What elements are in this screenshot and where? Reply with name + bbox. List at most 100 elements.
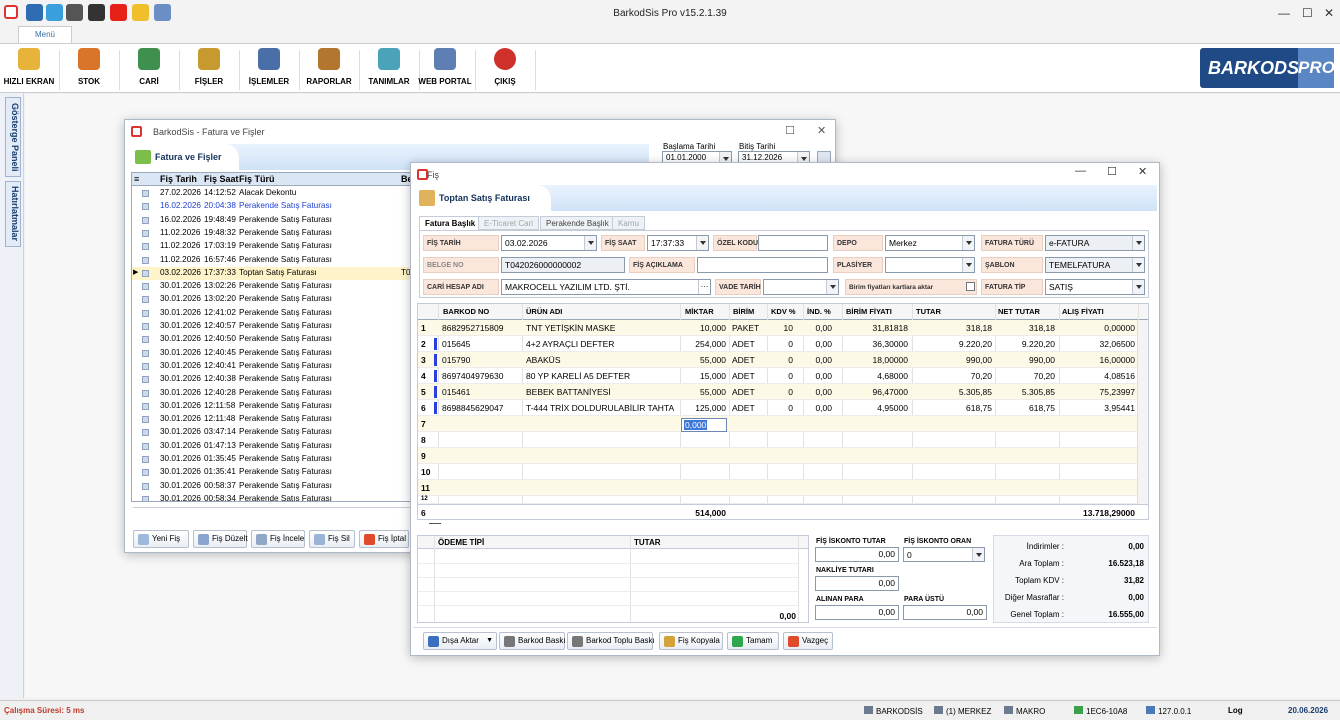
fis-saat-input[interactable]: 17:37:33 [647, 235, 709, 251]
table-row[interactable]: 1 8682952715809 TNT YETİŞKİN MASKE 10,000 PA… [418, 320, 1148, 336]
close-icon[interactable]: ✕ [1324, 6, 1334, 20]
tab-fatura-baslik[interactable]: Fatura Başlık [419, 216, 482, 230]
fis-duzelt-button[interactable]: Fiş Düzelt [193, 530, 248, 548]
table-row[interactable]: 30.01.2026 00:58:34 Perakende Satış Fatura… [132, 493, 414, 501]
fis-iptal-button[interactable]: Fiş İptal [359, 530, 409, 548]
ellipsis-icon[interactable]: … [698, 280, 710, 294]
depo-select[interactable]: Merkez [885, 235, 975, 251]
table-row[interactable]: 30.01.2026 01:47:13 Perakende Satış Fatura… [132, 440, 414, 453]
fis-aciklama-input[interactable] [697, 257, 828, 273]
tamam-button[interactable]: Tamam [727, 632, 779, 650]
close-icon[interactable]: ✕ [817, 124, 826, 137]
chevron-down-icon[interactable] [826, 280, 838, 294]
belge-no-input[interactable]: T042026000000002 [501, 257, 625, 273]
minimize-icon[interactable]: — [1278, 6, 1290, 20]
tanimlar-button[interactable]: TANIMLAR [362, 46, 416, 92]
table-row[interactable]: 6 8698845629047 T-444 TRİX DOLDURULABİLİR … [418, 400, 1148, 416]
table-row[interactable]: 30.01.2026 12:41:02 Perakende Satış Fatura… [132, 307, 414, 320]
chevron-down-icon[interactable] [1132, 280, 1144, 294]
minimize-icon[interactable]: — [1075, 165, 1086, 177]
para-ustu-input[interactable]: 0,00 [903, 605, 987, 620]
yeni-fis-button[interactable]: Yeni Fiş [133, 530, 189, 548]
chevron-down-icon[interactable] [962, 236, 974, 250]
table-row[interactable]: 30.01.2026 12:40:28 Perakende Satış Fatura… [132, 387, 414, 400]
chevron-down-icon[interactable] [972, 548, 984, 561]
fatura-tip-select[interactable]: SATIŞ [1045, 279, 1145, 295]
tab-menu[interactable]: Menü [18, 26, 72, 43]
disa-aktar-button[interactable]: Dışa Aktar ▼ [423, 632, 497, 650]
table-row[interactable]: 5 015461 BEBEK BATTANİYESİ 55,000 ADET 0 0,00 9… [418, 384, 1148, 400]
table-row[interactable]: 30.01.2026 13:02:26 Perakende Satış Fatura… [132, 280, 414, 293]
table-row[interactable]: 8 [418, 432, 1148, 448]
col-barkod-no[interactable]: BARKOD NO [443, 307, 489, 316]
chevron-down-icon[interactable] [584, 236, 596, 250]
table-row[interactable]: ▶ 03.02.2026 17:37:33 Toptan Satış Faturası… [132, 266, 414, 281]
table-row[interactable]: 30.01.2026 01:35:41 Perakende Satış Fatura… [132, 466, 414, 479]
table-row[interactable]: 27.02.2026 14:12:52 Alacak Dekontu [132, 187, 414, 200]
cikis-button[interactable]: ÇIKIŞ [478, 46, 532, 92]
table-row[interactable]: 16.02.2026 19:48:49 Perakende Satış Fatura… [132, 214, 414, 227]
table-row[interactable]: 11.02.2026 19:48:32 Perakende Satış Fatura… [132, 227, 414, 240]
col-birim-fiyati[interactable]: BİRİM FİYATI [846, 307, 892, 316]
log-button[interactable]: Log [1228, 706, 1243, 715]
birim-fiyat-aktar-checkbox[interactable] [966, 282, 975, 291]
tab-gosterge-paneli[interactable]: Gösterge Paneli [5, 97, 21, 177]
stok-button[interactable]: STOK [62, 46, 116, 92]
table-row[interactable]: 11.02.2026 16:57:46 Perakende Satış Fatura… [132, 254, 414, 267]
table-row[interactable]: 2 015645 4+2 AYRAÇLI DEFTER 254,000 ADET 0 0,0… [418, 336, 1148, 352]
table-row[interactable]: 7 [418, 416, 1148, 432]
plasiyer-select[interactable] [885, 257, 975, 273]
table-row[interactable]: 30.01.2026 12:40:50 Perakende Satış Fatura… [132, 333, 414, 346]
web-portal-button[interactable]: WEB PORTAL [418, 46, 472, 92]
spin-icon[interactable] [696, 236, 708, 250]
table-row[interactable]: 3 015790 ABAKÜS 55,000 ADET 0 0,00 18,00000 990,… [418, 352, 1148, 368]
col-birim[interactable]: BİRİM [733, 307, 754, 316]
cari-hesap-input[interactable]: MAKROCELL YAZILIM LTD. ŞTİ.… [501, 279, 711, 295]
table-row[interactable]: 30.01.2026 12:40:38 Perakende Satış Fatura… [132, 373, 414, 386]
chevron-down-icon[interactable] [1132, 236, 1144, 250]
col-fis-tarih[interactable]: Fiş Tarih [160, 174, 197, 184]
fatura-turu-select[interactable]: e-FATURA [1045, 235, 1145, 251]
col-ind[interactable]: İND. % [807, 307, 831, 316]
ozel-kodu-input[interactable] [758, 235, 828, 251]
chevron-down-icon[interactable] [1132, 258, 1144, 272]
cari-button[interactable]: CARİ [122, 46, 176, 92]
table-row[interactable]: 9 [418, 448, 1148, 464]
table-row[interactable]: 30.01.2026 01:35:45 Perakende Satış Fatura… [132, 453, 414, 466]
maximize-icon[interactable]: ☐ [1302, 6, 1313, 20]
sablon-select[interactable]: TEMELFATURA [1045, 257, 1145, 273]
miktar-edit-input[interactable]: 0,000 [681, 418, 727, 432]
table-row[interactable]: 30.01.2026 12:11:48 Perakende Satış Fatura… [132, 413, 414, 426]
maximize-icon[interactable]: ☐ [785, 124, 795, 137]
col-net-tutar[interactable]: NET TUTAR [998, 307, 1040, 316]
splitter-handle[interactable] [429, 523, 441, 524]
vade-tarih-input[interactable] [763, 279, 839, 295]
fisler-button[interactable]: FİŞLER [182, 46, 236, 92]
table-row[interactable]: 11 [418, 480, 1148, 496]
table-row[interactable]: 30.01.2026 13:02:20 Perakende Satış Fatura… [132, 293, 414, 306]
col-odeme-tipi[interactable]: ÖDEME TİPİ [438, 538, 484, 547]
table-row[interactable]: 4 8697404979630 80 YP KARELİ A5 DEFTER 15,0… [418, 368, 1148, 384]
tab-kamu[interactable]: Kamu [612, 216, 645, 230]
tab-e-ticaret-cari[interactable]: E-Ticaret Cari [478, 216, 540, 230]
fis-sil-button[interactable]: Fiş Sil [309, 530, 355, 548]
table-row[interactable]: 11.02.2026 17:03:19 Perakende Satış Fatura… [132, 240, 414, 253]
raporlar-button[interactable]: RAPORLAR [302, 46, 356, 92]
grid-scrollbar[interactable] [133, 507, 411, 515]
fis-kopyala-button[interactable]: Fiş Kopyala [659, 632, 723, 650]
table-row[interactable]: 30.01.2026 12:40:57 Perakende Satış Fatura… [132, 320, 414, 333]
barkod-toplu-baski-button[interactable]: Barkod Toplu Baskı [567, 632, 655, 650]
alinan-para-input[interactable]: 0,00 [815, 605, 899, 620]
maximize-icon[interactable]: ☐ [1107, 165, 1117, 178]
table-row[interactable]: 10 [418, 464, 1148, 480]
table-row[interactable]: 30.01.2026 00:58:37 Perakende Satış Fatura… [132, 480, 414, 493]
table-row[interactable]: 30.01.2026 12:40:45 Perakende Satış Fatura… [132, 347, 414, 360]
vazgec-button[interactable]: Vazgeç [783, 632, 833, 650]
hizli-ekran-button[interactable]: HIZLI EKRAN [2, 46, 56, 92]
nakliye-input[interactable]: 0,00 [815, 576, 899, 591]
islemler-button[interactable]: İŞLEMLER [242, 46, 296, 92]
col-fis-turu[interactable]: Fiş Türü [239, 174, 275, 184]
fis-iskonto-oran-select[interactable]: 0 [903, 547, 985, 562]
col-miktar[interactable]: MİKTAR [685, 307, 714, 316]
table-row[interactable]: 30.01.2026 12:40:41 Perakende Satış Fatura… [132, 360, 414, 373]
